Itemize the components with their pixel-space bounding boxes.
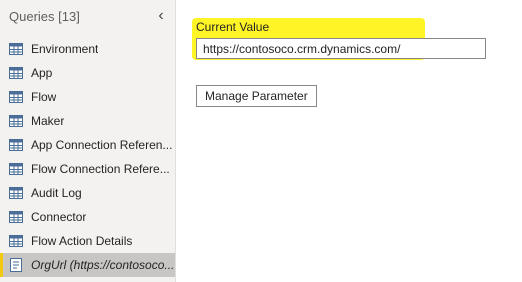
query-item-label: Connector bbox=[31, 210, 87, 224]
table-icon bbox=[8, 41, 24, 57]
parameter-editor: Current Value Manage Parameter bbox=[176, 0, 522, 282]
table-icon bbox=[8, 89, 24, 105]
table-icon bbox=[8, 185, 24, 201]
query-item[interactable]: Environment bbox=[0, 37, 175, 61]
query-item-label: Flow Connection Refere... bbox=[31, 162, 170, 176]
parameter-icon bbox=[8, 257, 24, 273]
table-icon bbox=[8, 233, 24, 249]
query-item-label: App bbox=[31, 66, 53, 80]
query-item-label: Environment bbox=[31, 42, 99, 56]
query-item[interactable]: App bbox=[0, 61, 175, 85]
query-item[interactable]: Flow bbox=[0, 85, 175, 109]
query-item[interactable]: Connector bbox=[0, 205, 175, 229]
query-item-label: Maker bbox=[31, 114, 65, 128]
current-value-input[interactable] bbox=[196, 38, 486, 59]
manage-parameter-button[interactable]: Manage Parameter bbox=[196, 85, 317, 107]
query-item-label: App Connection Referen... bbox=[31, 138, 173, 152]
query-item[interactable]: Audit Log bbox=[0, 181, 175, 205]
query-item[interactable]: OrgUrl (https://contosoco... bbox=[0, 253, 175, 277]
table-icon bbox=[8, 161, 24, 177]
table-icon bbox=[8, 137, 24, 153]
query-item[interactable]: App Connection Referen... bbox=[0, 133, 175, 157]
table-icon bbox=[8, 209, 24, 225]
query-item-label: OrgUrl (https://contosoco... bbox=[31, 258, 175, 272]
query-item[interactable]: Flow Connection Refere... bbox=[0, 157, 175, 181]
queries-pane: Queries [13] ‹ Environment App Flow Maker Ap… bbox=[0, 0, 176, 282]
query-list: Environment App Flow Maker App Connection Re… bbox=[0, 37, 175, 277]
query-item[interactable]: Flow Action Details bbox=[0, 229, 175, 253]
chevron-left-icon[interactable]: ‹ bbox=[155, 8, 167, 24]
table-icon bbox=[8, 65, 24, 81]
current-value-label: Current Value bbox=[196, 20, 270, 34]
queries-pane-title: Queries [13] bbox=[9, 8, 80, 24]
query-item-label: Flow Action Details bbox=[31, 234, 133, 248]
query-item[interactable]: Maker bbox=[0, 109, 175, 133]
table-icon bbox=[8, 113, 24, 129]
queries-pane-header: Queries [13] ‹ bbox=[0, 0, 175, 32]
query-item-label: Audit Log bbox=[31, 186, 82, 200]
query-item-label: Flow bbox=[31, 90, 57, 104]
